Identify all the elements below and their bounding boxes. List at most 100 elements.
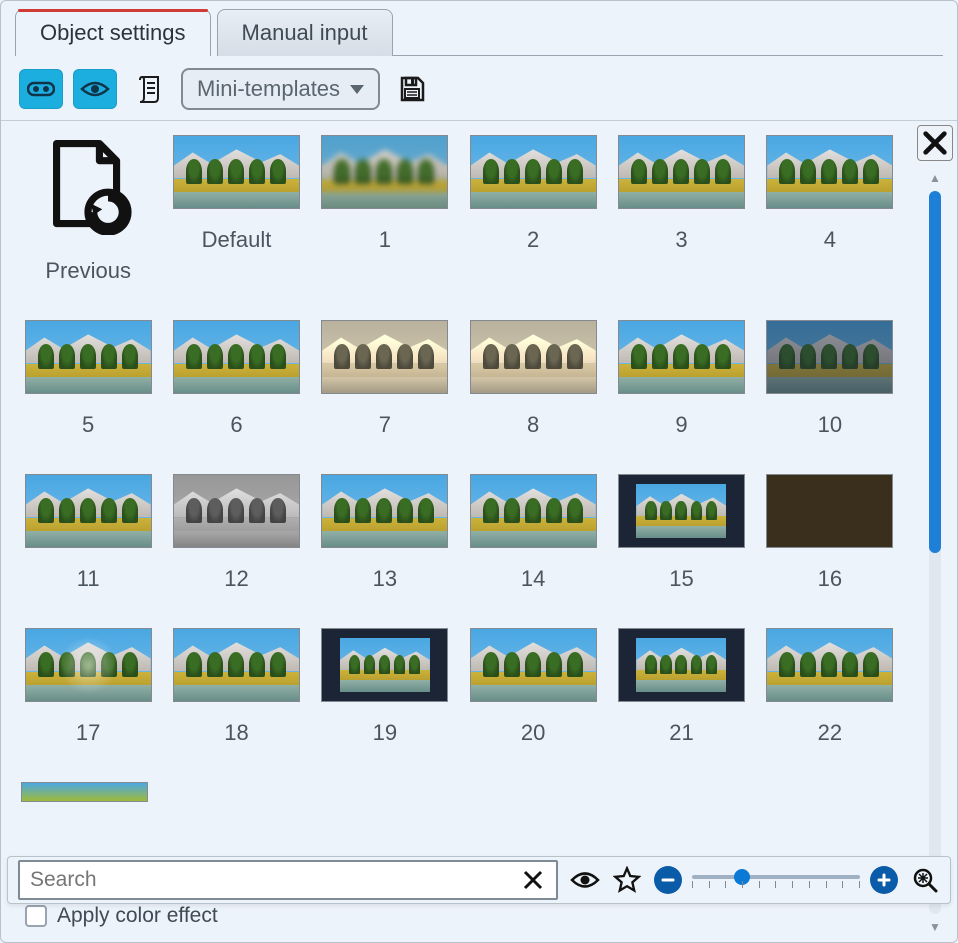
link-toggle-button[interactable] xyxy=(19,69,63,109)
template-label: 3 xyxy=(675,227,687,253)
scroll-script-icon xyxy=(136,74,162,104)
template-thumb[interactable] xyxy=(321,135,448,209)
template-cell: 22 xyxy=(763,628,897,746)
tab-label: Object settings xyxy=(40,20,186,45)
tab-bar: Object settings Manual input xyxy=(1,1,957,56)
template-label: 8 xyxy=(527,412,539,438)
tab-manual-input[interactable]: Manual input xyxy=(217,9,393,56)
template-thumb[interactable] xyxy=(618,135,745,209)
template-label: 22 xyxy=(818,720,842,746)
template-thumb[interactable] xyxy=(173,135,300,209)
page-revert-icon xyxy=(43,135,133,235)
right-rail: ▲ ▼ xyxy=(917,121,957,942)
clear-search-button[interactable] xyxy=(518,865,548,895)
search-box[interactable] xyxy=(18,860,558,900)
template-label: 4 xyxy=(824,227,836,253)
scroll-up-arrow[interactable]: ▲ xyxy=(929,171,941,185)
toolbar: Mini-templates xyxy=(1,56,957,120)
template-label: 5 xyxy=(82,412,94,438)
save-icon xyxy=(398,75,426,103)
template-thumb[interactable] xyxy=(321,628,448,702)
eye-icon xyxy=(570,869,600,891)
template-label: 14 xyxy=(521,566,545,592)
preview-toggle-button[interactable] xyxy=(73,69,117,109)
link-icon xyxy=(27,79,55,99)
template-cell: 8 xyxy=(466,320,600,438)
template-thumb[interactable] xyxy=(766,135,893,209)
template-thumb[interactable] xyxy=(618,628,745,702)
template-label: 11 xyxy=(77,566,100,592)
template-thumb[interactable] xyxy=(25,474,152,548)
save-button[interactable] xyxy=(390,69,434,109)
template-thumb[interactable] xyxy=(470,320,597,394)
search-input[interactable] xyxy=(28,867,518,893)
zoom-fit-button[interactable] xyxy=(910,865,940,895)
template-cell: Previous xyxy=(21,135,155,284)
template-thumb[interactable] xyxy=(470,474,597,548)
template-cell: Default xyxy=(169,135,303,284)
gallery-area: PreviousDefault1234567891011121314151617… xyxy=(1,120,957,942)
template-cell: 6 xyxy=(169,320,303,438)
eye-icon xyxy=(80,79,110,99)
partial-next-row xyxy=(21,782,897,802)
template-cell: 1 xyxy=(318,135,452,284)
template-cell: 18 xyxy=(169,628,303,746)
scrollbar-thumb[interactable] xyxy=(929,191,941,553)
template-thumb[interactable] xyxy=(470,135,597,209)
template-cell: 15 xyxy=(614,474,748,592)
template-gallery: PreviousDefault1234567891011121314151617… xyxy=(1,121,917,942)
template-label: 12 xyxy=(224,566,248,592)
zoom-fit-icon xyxy=(911,866,939,894)
script-list-button[interactable] xyxy=(127,69,171,109)
template-cell: 17 xyxy=(21,628,155,746)
tab-label: Manual input xyxy=(242,20,368,45)
template-thumb[interactable] xyxy=(173,320,300,394)
template-label: 9 xyxy=(675,412,687,438)
template-cell: 3 xyxy=(614,135,748,284)
tab-object-settings[interactable]: Object settings xyxy=(15,9,211,56)
template-thumb[interactable] xyxy=(766,628,893,702)
close-gallery-button[interactable] xyxy=(917,125,953,161)
template-thumb[interactable] xyxy=(173,474,300,548)
star-icon xyxy=(613,866,641,894)
previous-template-button[interactable] xyxy=(43,135,133,240)
scrollbar-track[interactable] xyxy=(929,191,941,914)
template-thumb[interactable] xyxy=(25,628,152,702)
template-cell: 4 xyxy=(763,135,897,284)
template-cell: 16 xyxy=(763,474,897,592)
template-cell: 9 xyxy=(614,320,748,438)
template-thumb[interactable] xyxy=(618,474,745,548)
template-thumb[interactable] xyxy=(470,628,597,702)
zoom-in-button[interactable] xyxy=(870,866,898,894)
template-label: 21 xyxy=(669,720,693,746)
template-thumb[interactable] xyxy=(173,628,300,702)
template-label: 16 xyxy=(818,566,842,592)
template-label: 19 xyxy=(373,720,397,746)
template-cell: 13 xyxy=(318,474,452,592)
template-label: 6 xyxy=(230,412,242,438)
zoom-out-button[interactable] xyxy=(654,866,682,894)
zoom-slider-track[interactable] xyxy=(692,867,860,893)
template-thumb[interactable] xyxy=(25,320,152,394)
template-label: Previous xyxy=(45,258,131,284)
favorite-button[interactable] xyxy=(612,865,642,895)
template-thumb-partial[interactable] xyxy=(21,782,148,802)
template-cell: 21 xyxy=(614,628,748,746)
template-label: 13 xyxy=(373,566,397,592)
apply-color-effect-checkbox[interactable] xyxy=(25,905,47,927)
toggle-preview-button[interactable] xyxy=(570,865,600,895)
template-thumb[interactable] xyxy=(766,320,893,394)
template-thumb[interactable] xyxy=(766,474,893,548)
mini-templates-dropdown[interactable]: Mini-templates xyxy=(181,68,380,110)
close-icon xyxy=(921,129,949,157)
template-thumb[interactable] xyxy=(321,320,448,394)
zoom-slider xyxy=(654,866,898,894)
template-thumb[interactable] xyxy=(321,474,448,548)
template-label: 20 xyxy=(521,720,545,746)
template-thumb[interactable] xyxy=(618,320,745,394)
minus-icon xyxy=(661,873,675,887)
template-cell: 12 xyxy=(169,474,303,592)
template-cell: 2 xyxy=(466,135,600,284)
template-label: 15 xyxy=(669,566,693,592)
template-label: 2 xyxy=(527,227,539,253)
